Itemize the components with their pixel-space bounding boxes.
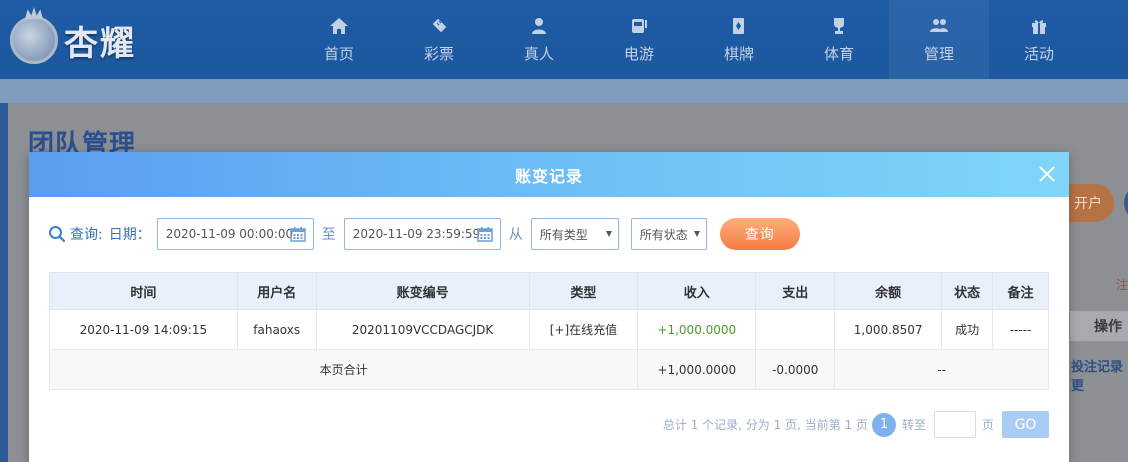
- transaction-table: 时间 用户名 账变编号 类型 收入 支出 余额 状态 备注 2020-11-09…: [48, 272, 1049, 390]
- nav-label: 真人: [523, 45, 554, 63]
- chevron-down-icon: [605, 231, 612, 237]
- pagination-summary: 总计 1 个记录, 分为 1 页, 当前第 1 页: [662, 418, 868, 432]
- nav-item-chess[interactable]: 棋牌: [689, 0, 789, 79]
- nav-label: 棋牌: [723, 45, 754, 63]
- cell-type: [+]在线充值: [528, 309, 639, 350]
- close-icon[interactable]: [1035, 162, 1059, 186]
- page-label: 页: [981, 418, 994, 432]
- nav-label: 活动: [1023, 45, 1054, 63]
- cell-income: +1,000.0000: [637, 309, 757, 350]
- table-row[interactable]: 2020-11-09 14:09:15 fahaoxs 20201109VCCD…: [49, 309, 1049, 350]
- column-header: 状态: [941, 272, 994, 310]
- column-header: 备注: [992, 272, 1049, 310]
- cell-status: 成功: [941, 309, 994, 350]
- transaction-record-modal: 账变记录 查询: 日期： 2020-11-09 00:00:00 至 2020-…: [29, 152, 1069, 462]
- go-button[interactable]: GO: [1002, 411, 1049, 438]
- nav-label: 电游: [623, 45, 654, 63]
- from-label: 从: [508, 227, 523, 243]
- trophy-icon: [828, 15, 850, 37]
- filter-bar: 查询: 日期： 2020-11-09 00:00:00 至 2020-11-09…: [48, 218, 800, 250]
- goto-page-input[interactable]: [933, 411, 976, 438]
- to-label: 至: [321, 227, 336, 243]
- modal-header: 账变记录: [29, 152, 1069, 197]
- site-logo[interactable]: 杏耀: [10, 8, 136, 72]
- column-header: 支出: [755, 272, 836, 310]
- type-select[interactable]: 所有类型: [530, 218, 619, 250]
- start-date-input[interactable]: 2020-11-09 00:00:00: [156, 218, 314, 250]
- column-header: 类型: [528, 272, 639, 310]
- nav-label: 管理: [923, 45, 954, 63]
- current-page-button[interactable]: 1: [871, 412, 896, 437]
- cards-icon: [728, 15, 750, 37]
- logo-text: 杏耀: [64, 23, 136, 64]
- gift-icon: [1028, 15, 1050, 37]
- cell-username: fahaoxs: [236, 309, 317, 350]
- nav-item-manage[interactable]: 管理: [889, 0, 989, 79]
- nav-label: 彩票: [423, 45, 454, 63]
- cell-remark: -----: [992, 309, 1049, 350]
- cell-balance: 1,000.8507: [834, 309, 943, 350]
- status-select[interactable]: 所有状态: [630, 218, 707, 250]
- type-select-value: 所有类型: [539, 227, 588, 242]
- column-header: 余额: [834, 272, 943, 310]
- top-header: 杏耀 首页 彩票 真人 电游 棋牌 体育 管理 活动: [0, 0, 1128, 79]
- logo-emblem-icon: [10, 16, 58, 64]
- calendar-icon[interactable]: [476, 226, 493, 242]
- bet-record-link[interactable]: 投注记录 更: [1071, 356, 1128, 394]
- home-icon: [328, 15, 350, 37]
- ticket-icon: [428, 15, 450, 37]
- pagination: 总计 1 个记录, 分为 1 页, 当前第 1 页 1 转至 页 GO: [663, 411, 1049, 438]
- calendar-icon[interactable]: [289, 226, 306, 242]
- status-select-value: 所有状态: [639, 227, 688, 242]
- users-icon: [928, 15, 950, 37]
- query-label: 查询:: [70, 227, 103, 243]
- total-income: +1,000.0000: [637, 349, 757, 390]
- background-column-header: 操作: [1070, 311, 1128, 341]
- nav-item-live[interactable]: 真人: [489, 0, 589, 79]
- nav-label: 体育: [823, 45, 854, 63]
- column-header: 账变编号: [315, 272, 530, 310]
- cell-time: 2020-11-09 14:09:15: [49, 309, 238, 350]
- nav-label: 首页: [323, 45, 354, 63]
- column-header: 时间: [49, 272, 238, 310]
- background-note: 注: [1116, 278, 1128, 292]
- sub-nav-bar: [0, 79, 1128, 103]
- cell-transaction-id: 20201109VCCDAGCJDK: [315, 309, 530, 350]
- end-date-input[interactable]: 2020-11-09 23:59:59: [343, 218, 501, 250]
- slot-machine-icon: [628, 15, 650, 37]
- nav-item-sports[interactable]: 体育: [789, 0, 889, 79]
- nav-item-lottery[interactable]: 彩票: [389, 0, 489, 79]
- nav-item-promotions[interactable]: 活动: [989, 0, 1089, 79]
- nav-item-slots[interactable]: 电游: [589, 0, 689, 79]
- end-date-value: 2020-11-09 23:59:59: [352, 227, 481, 241]
- chevron-down-icon: [693, 231, 700, 237]
- main-nav: 首页 彩票 真人 电游 棋牌 体育 管理 活动: [289, 0, 1089, 79]
- search-icon: [49, 226, 66, 243]
- start-date-value: 2020-11-09 00:00:00: [165, 227, 294, 241]
- cell-expense: [755, 309, 836, 350]
- column-header: 用户名: [236, 272, 317, 310]
- page-total-row: 本页合计 +1,000.0000 -0.0000 --: [48, 349, 1049, 390]
- total-rest: --: [834, 349, 1049, 390]
- query-button[interactable]: 查询: [719, 218, 800, 250]
- nav-item-home[interactable]: 首页: [289, 0, 389, 79]
- modal-title: 账变记录: [514, 166, 583, 186]
- left-sidebar-edge: [0, 103, 8, 462]
- dealer-icon: [528, 15, 550, 37]
- total-expense: -0.0000: [755, 349, 836, 390]
- goto-label: 转至: [901, 418, 926, 432]
- total-label: 本页合计: [48, 349, 639, 390]
- column-header: 收入: [637, 272, 757, 310]
- date-label: 日期：: [108, 227, 151, 243]
- table-header-row: 时间 用户名 账变编号 类型 收入 支出 余额 状态 备注: [49, 272, 1049, 310]
